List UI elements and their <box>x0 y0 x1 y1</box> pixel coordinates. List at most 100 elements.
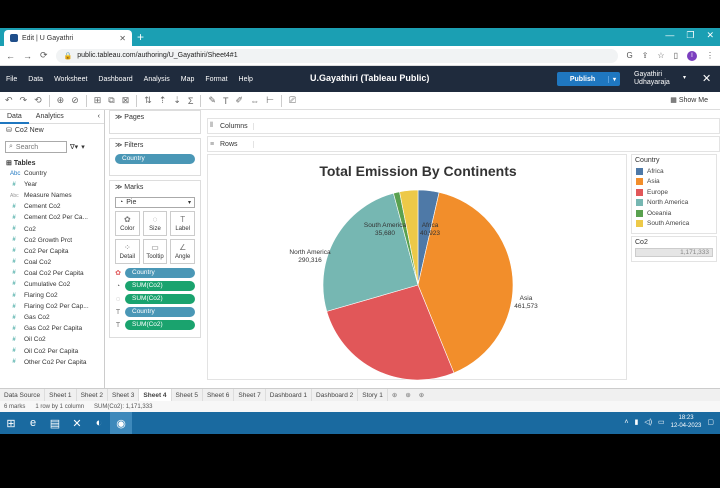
pages-card[interactable]: ≫ Pages <box>109 110 201 134</box>
tab-analytics[interactable]: Analytics <box>29 110 71 124</box>
collapse-icon[interactable]: ≫ <box>115 114 124 121</box>
legend-item[interactable]: Africa <box>632 166 716 177</box>
field-item[interactable]: # Co2 <box>0 223 104 234</box>
field-item[interactable]: # Co2 Per Capita <box>0 246 104 257</box>
tooltip-button[interactable]: ▭ Tooltip <box>142 239 168 264</box>
swap-icon[interactable]: ⇅ <box>144 95 152 106</box>
mark-pill[interactable]: Country <box>125 268 195 278</box>
mark-pill[interactable]: Country <box>125 307 195 317</box>
fix-axes-icon[interactable]: ⊢ <box>266 95 274 106</box>
columns-shelf[interactable]: ⦀ Columns <box>207 118 720 134</box>
revert-icon[interactable]: ⟲ <box>34 95 42 106</box>
sheet-tab[interactable]: Dashboard 2 <box>312 388 359 402</box>
rows-shelf[interactable]: ≡ Rows <box>207 136 720 152</box>
collapse-icon[interactable]: ≫ <box>115 184 124 191</box>
menu-data[interactable]: Data <box>28 76 43 83</box>
clock[interactable]: 18:23 12-04-2023 <box>671 414 702 430</box>
totals-icon[interactable]: Σ <box>188 96 194 106</box>
legend-item[interactable]: Oceania <box>632 208 716 219</box>
chrome-icon[interactable]: ◉ <box>110 412 132 434</box>
format-icon[interactable]: ✐ <box>236 95 244 106</box>
field-item[interactable]: # Oil Co2 Per Capita <box>0 346 104 357</box>
view-options-icon[interactable]: ▾ <box>81 143 85 151</box>
reload-icon[interactable]: ⟳ <box>40 50 48 61</box>
user-chevron-icon[interactable]: ▾ <box>683 74 686 81</box>
field-item[interactable]: # Gas Co2 Per Capita <box>0 323 104 334</box>
edge-icon[interactable]: e <box>22 412 44 434</box>
minimize-icon[interactable]: — <box>665 30 674 41</box>
user-menu[interactable]: Gayathiri Udhayaraja <box>634 71 670 87</box>
google-icon[interactable]: G <box>626 51 632 60</box>
color-button[interactable]: ✿ Color <box>115 211 140 236</box>
legend-item[interactable]: Europe <box>632 187 716 198</box>
url-field[interactable]: 🔒 public.tableau.com/authoring/U_Gayathi… <box>55 48 619 63</box>
windows-start-icon[interactable]: ⊞ <box>0 412 22 434</box>
notification-icon[interactable]: ▢ <box>707 418 714 426</box>
new-story-icon[interactable]: ⊕ <box>415 391 428 399</box>
battery-icon[interactable]: ▭ <box>658 418 665 426</box>
field-item[interactable]: # Oil Co2 <box>0 334 104 345</box>
menu-map[interactable]: Map <box>181 76 195 83</box>
publish-button[interactable]: Publish ▾ <box>557 72 620 86</box>
search-input[interactable]: ⌕ Search <box>5 141 67 153</box>
datasource-item[interactable]: ⛁ Co2 New <box>0 124 104 136</box>
menu-dashboard[interactable]: Dashboard <box>98 76 132 83</box>
close-icon[interactable]: ✕ <box>702 72 711 85</box>
collapse-pane-icon[interactable]: ‹ <box>98 113 104 120</box>
edge-browser-icon[interactable]: ◐ <box>88 412 110 434</box>
new-datasource-icon[interactable]: ⊕ <box>57 95 65 106</box>
close-tab-icon[interactable]: ✕ <box>119 34 126 43</box>
label-button[interactable]: T Label <box>170 211 195 236</box>
profile-avatar[interactable]: I <box>687 50 697 61</box>
field-item[interactable]: # Other Co2 Per Capita <box>0 357 104 368</box>
sheet-tab[interactable]: Sheet 2 <box>77 388 108 402</box>
field-item[interactable]: # Gas Co2 <box>0 312 104 323</box>
undo-icon[interactable]: ↶ <box>5 95 13 106</box>
forward-icon[interactable]: → <box>23 51 32 61</box>
field-item[interactable]: # Cement Co2 <box>0 201 104 212</box>
menu-file[interactable]: File <box>6 76 17 83</box>
field-item[interactable]: # Coal Co2 <box>0 257 104 268</box>
share-icon[interactable]: ⇪ <box>642 51 649 60</box>
field-item[interactable]: Abc Country <box>0 168 104 179</box>
menu-analysis[interactable]: Analysis <box>144 76 170 83</box>
sort-asc-icon[interactable]: ⇡ <box>159 95 167 106</box>
browser-tab[interactable]: Edit | U Gayathri ✕ <box>4 30 132 46</box>
angle-button[interactable]: ∠ Angle <box>170 239 195 264</box>
field-item[interactable]: # Co2 Growth Prct <box>0 235 104 246</box>
pause-updates-icon[interactable]: ⊘ <box>71 95 79 106</box>
duplicate-sheet-icon[interactable]: ⧉ <box>108 95 114 106</box>
sort-desc-icon[interactable]: ⇣ <box>173 95 181 106</box>
redo-icon[interactable]: ↷ <box>20 95 28 106</box>
detail-button[interactable]: ⁘ Detail <box>115 239 140 264</box>
legend-item[interactable]: Asia <box>632 177 716 188</box>
field-item[interactable]: # Flaring Co2 <box>0 290 104 301</box>
sheet-tab[interactable]: Sheet 4 <box>139 388 172 402</box>
menu-worksheet[interactable]: Worksheet <box>54 76 87 83</box>
sheet-tab[interactable]: Sheet 7 <box>234 388 266 402</box>
field-item[interactable]: # Year <box>0 179 104 190</box>
browser-menu-icon[interactable]: ⋮ <box>706 51 714 60</box>
sheet-tab[interactable]: Sheet 1 <box>45 388 77 402</box>
field-item[interactable]: # Coal Co2 Per Capita <box>0 268 104 279</box>
tooltip-icon[interactable]: ⎚ <box>289 95 296 106</box>
field-item[interactable]: # Cement Co2 Per Ca... <box>0 212 104 223</box>
show-me-button[interactable]: ▦ Show Me <box>670 96 708 104</box>
new-sheet-icon[interactable]: ⊞ <box>94 95 102 106</box>
field-item[interactable]: Abc Measure Names <box>0 190 104 201</box>
pie-chart[interactable]: Africa40,923Asia461,573Europe306,165Nort… <box>208 155 628 381</box>
close-window-icon[interactable]: ✕ <box>706 30 714 41</box>
tab-data[interactable]: Data <box>0 110 29 124</box>
bookmark-star-icon[interactable]: ☆ <box>657 51 664 60</box>
mark-type-select[interactable]: ◔ Pie ▾ <box>115 197 195 208</box>
legend-item[interactable]: South America <box>632 219 716 230</box>
field-item[interactable]: # Cumulative Co2 <box>0 279 104 290</box>
network-icon[interactable]: ▮ <box>634 418 638 426</box>
legend-item[interactable]: North America <box>632 198 716 209</box>
tray-chevron-icon[interactable]: ˄ <box>624 419 628 426</box>
fit-icon[interactable]: ⇔ <box>250 96 259 106</box>
back-icon[interactable]: ← <box>6 51 15 61</box>
highlight-icon[interactable]: ✎ <box>208 95 216 106</box>
mark-pill[interactable]: SUM(Co2) <box>125 320 195 330</box>
excel-icon[interactable]: ✕ <box>66 412 88 434</box>
